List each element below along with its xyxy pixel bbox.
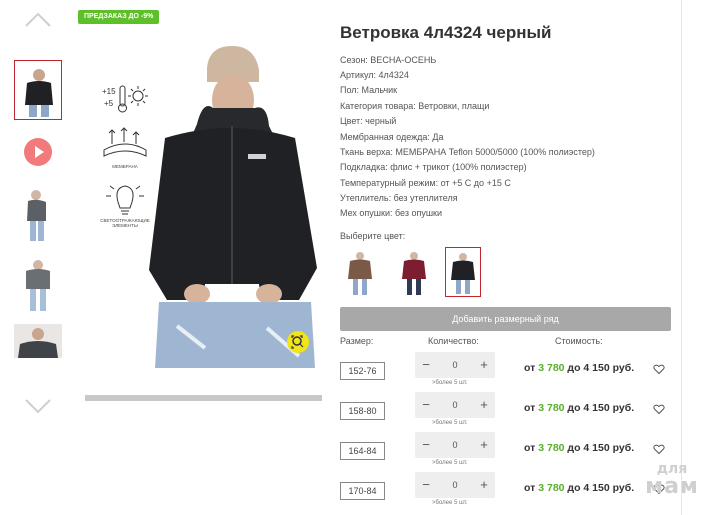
spec-category: Категория товара: Ветровки, плащи	[340, 101, 490, 111]
size-row: 164-84 − 0 + >более 5 шт. от 3 780 до 4 …	[340, 432, 680, 482]
membrane-icon	[103, 127, 147, 157]
image-scrollbar[interactable]	[85, 395, 322, 401]
thumbnail-column	[10, 0, 66, 515]
watermark-line2: мам	[645, 474, 699, 499]
quantity-stepper: − 0 +	[415, 352, 495, 378]
spec-article: Артикул: 4л4324	[340, 70, 409, 80]
price: от 3 780 до 4 150 руб.	[524, 362, 635, 374]
price: от 3 780 до 4 150 руб.	[524, 402, 635, 414]
color-option-black[interactable]	[445, 247, 481, 297]
price: от 3 780 до 4 150 руб.	[524, 442, 635, 454]
cost-column-header: Стоимость:	[555, 336, 603, 346]
color-option-burgundy[interactable]	[396, 247, 432, 297]
size-label[interactable]: 152-76	[340, 362, 385, 380]
quantity-value[interactable]: 0	[443, 392, 467, 418]
quantity-column-header: Количество:	[428, 336, 479, 346]
video-play-button[interactable]	[24, 138, 52, 166]
color-option-brown[interactable]	[342, 247, 378, 297]
product-title: Ветровка 4л4324 черный	[340, 23, 552, 42]
size-label[interactable]: 164-84	[340, 442, 385, 460]
size-row: 170-84 − 0 + >более 5 шт. от 3 780 до 4 …	[340, 472, 680, 515]
thumbnail-jacket-side[interactable]	[14, 185, 62, 245]
spec-gender: Пол: Мальчик	[340, 85, 398, 95]
reflective-lamp-icon	[106, 185, 144, 215]
zoom-icon	[291, 335, 304, 349]
reflective-feature: СВЕТООТРАЖАЮЩИЕ ЭЛЕМЕНТЫ	[98, 180, 152, 234]
heart-icon[interactable]	[653, 403, 665, 415]
increase-button[interactable]: +	[473, 432, 495, 458]
thumbnail-jacket-front[interactable]	[14, 60, 62, 120]
increase-button[interactable]: +	[473, 472, 495, 498]
heart-icon[interactable]	[653, 443, 665, 455]
spec-season: Сезон: ВЕСНА-ОСЕНЬ	[340, 55, 437, 65]
heart-icon[interactable]	[653, 363, 665, 375]
temperature-icon: +15 +5	[102, 85, 148, 113]
more-than-note: >более 5 шт.	[432, 460, 468, 466]
membrane-label: МЕМБРАНА	[112, 164, 138, 169]
reflective-label: СВЕТООТРАЖАЮЩИЕ ЭЛЕМЕНТЫ	[100, 218, 150, 228]
thumbnail-jacket-grey[interactable]	[14, 255, 62, 315]
quantity-value[interactable]: 0	[443, 352, 467, 378]
svg-text:+5: +5	[104, 99, 114, 108]
spec-fur: Мех опушки: без опушки	[340, 208, 443, 218]
thumbnail-jacket-closeup[interactable]	[14, 324, 62, 358]
spec-lining: Подкладка: флис + трикот (100% полиэстер…	[340, 162, 527, 172]
zoom-button[interactable]	[287, 331, 309, 353]
size-row: 158-80 − 0 + >более 5 шт. от 3 780 до 4 …	[340, 392, 680, 442]
size-label[interactable]: 170-84	[340, 482, 385, 500]
chevron-up-icon[interactable]	[24, 10, 52, 30]
svg-text:+15: +15	[102, 87, 116, 96]
size-row: 152-76 − 0 + >более 5 шт. от 3 780 до 4 …	[340, 352, 680, 402]
more-than-note: >более 5 шт.	[432, 500, 468, 506]
chevron-down-icon[interactable]	[24, 396, 52, 416]
spec-temperature: Температурный режим: от +5 С до +15 С	[340, 178, 511, 188]
decrease-button[interactable]: −	[415, 392, 437, 418]
more-than-note: >более 5 шт.	[432, 420, 468, 426]
spec-insulation: Утеплитель: без утеплителя	[340, 193, 458, 203]
spec-outer-fabric: Ткань верха: МЕМБРАНА Teflon 5000/5000 (…	[340, 147, 595, 157]
size-column-header: Размер:	[340, 336, 374, 346]
watermark-logo: для мам	[632, 462, 712, 498]
decrease-button[interactable]: −	[415, 472, 437, 498]
more-than-note: >более 5 шт.	[432, 380, 468, 386]
increase-button[interactable]: +	[473, 392, 495, 418]
quantity-stepper: − 0 +	[415, 432, 495, 458]
right-divider	[681, 0, 682, 515]
quantity-stepper: − 0 +	[415, 472, 495, 498]
price: от 3 780 до 4 150 руб.	[524, 482, 635, 494]
quantity-value[interactable]: 0	[443, 432, 467, 458]
spec-color: Цвет: черный	[340, 116, 397, 126]
decrease-button[interactable]: −	[415, 352, 437, 378]
membrane-feature: МЕМБРАНА	[98, 124, 152, 172]
choose-color-label: Выберите цвет:	[340, 231, 406, 241]
decrease-button[interactable]: −	[415, 432, 437, 458]
quantity-value[interactable]: 0	[443, 472, 467, 498]
quantity-stepper: − 0 +	[415, 392, 495, 418]
promo-badge: ПРЕДЗАКАЗ ДО -9%	[78, 10, 160, 24]
increase-button[interactable]: +	[473, 352, 495, 378]
add-size-range-button[interactable]: Добавить размерный ряд	[340, 307, 671, 331]
size-label[interactable]: 158-80	[340, 402, 385, 420]
spec-membrane: Мембранная одежда: Да	[340, 132, 444, 142]
